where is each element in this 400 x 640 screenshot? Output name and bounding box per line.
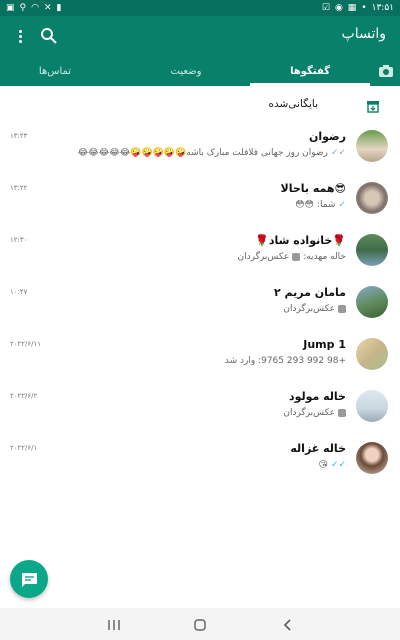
search-icon[interactable] — [38, 24, 60, 48]
system-nav-bar — [0, 608, 400, 640]
sticker-icon — [338, 305, 346, 313]
notification-icon: ▣ — [6, 2, 15, 13]
status-right: ☑ ◉ ▦ • ۱۳:۵۱ — [322, 3, 394, 13]
chat-preview: خاله مهدیه: عکس‌برگردان — [238, 252, 346, 262]
app-icon: ◉ — [334, 2, 343, 13]
archived-row[interactable]: بایگانی‌شده — [0, 92, 400, 118]
home-icon[interactable] — [188, 616, 212, 634]
chat-preview-text: +98 992 293 9765: وارد شد — [224, 356, 346, 366]
chat-item-aunt-molud[interactable]: خاله مولود ۲۰۲۲/۶/۲ عکس‌برگردان — [0, 384, 400, 434]
usb-icon: ⚲ — [19, 2, 27, 13]
chat-preview: +98 992 293 9765: وارد شد — [225, 356, 346, 366]
tab-indicator — [250, 83, 370, 86]
chat-item-happy-family[interactable]: 🌹خانواده شاد🌹 ۱۲:۳۰ خاله مهدیه: عکس‌برگر… — [0, 228, 400, 278]
sticker-icon — [338, 409, 346, 417]
chat-preview: ✓✓ رضوان روز جهانی فلافلت مبارک باشه🤪🤪🤪🤪… — [78, 148, 346, 158]
chat-time: ۲۰۲۲/۶/۲ — [10, 392, 38, 400]
chat-name: Jump 1 — [303, 338, 346, 351]
app-title: واتساپ — [341, 26, 386, 42]
chat-time: ۲۰۲۲/۶/۱۱ — [10, 340, 42, 348]
chat-item-aunt-ghazaleh[interactable]: خاله غزاله ۲۰۲۲/۶/۱ ✓✓ 😘 — [0, 436, 400, 486]
chat-item-mom-maryam[interactable]: مامان مریم ۲ ۱۰:۴۷ عکس‌برگردان — [0, 280, 400, 330]
chat-preview: عکس‌برگردان — [283, 304, 346, 314]
chat-time: ۱۰:۴۷ — [10, 288, 28, 296]
archived-label: بایگانی‌شده — [268, 98, 318, 110]
chat-name: مامان مریم ۲ — [273, 286, 346, 299]
status-left-icons: ▣ ⚲ ◠ ✕ ▮ — [6, 2, 62, 13]
more-vertical-icon[interactable] — [12, 24, 28, 48]
chat-name: خاله مولود — [288, 390, 346, 403]
chat-preview-prefix: شما: — [316, 200, 336, 210]
chat-item-jump-1[interactable]: Jump 1 ۲۰۲۲/۶/۱۱ +98 992 293 9765: وارد … — [0, 332, 400, 382]
status-time: ۱۳:۵۱ — [371, 3, 394, 13]
avatar[interactable] — [356, 286, 388, 318]
battery-icon: ▮ — [56, 2, 62, 13]
chat-preview: عکس‌برگردان — [283, 408, 346, 418]
chat-preview: ✓ شما: 😳😳 — [295, 200, 346, 210]
avatar[interactable] — [356, 234, 388, 266]
avatar[interactable] — [356, 442, 388, 474]
image-icon: ▦ — [347, 2, 357, 13]
recent-apps-icon[interactable] — [102, 616, 126, 634]
chat-preview: ✓✓ 😘 — [319, 460, 346, 470]
chat-item-group-cool[interactable]: همه باحالا😎 ۱۳:۲۲ ✓ شما: 😳😳 — [0, 176, 400, 226]
chat-time: ۱۳:۲۲ — [10, 184, 28, 192]
chat-name: 🌹خانواده شاد🌹 — [255, 234, 346, 247]
avatar[interactable] — [356, 130, 388, 162]
chat-preview-text: عکس‌برگردان — [283, 408, 335, 418]
chat-preview-text: 😘 — [318, 460, 328, 470]
chat-preview-text: عکس‌برگردان — [237, 252, 290, 262]
avatar[interactable] — [356, 338, 388, 370]
camera-icon[interactable] — [374, 56, 398, 86]
avatar[interactable] — [356, 182, 388, 214]
back-icon[interactable] — [276, 616, 300, 634]
chat-time: ۱۲:۳۰ — [10, 236, 28, 244]
chat-time: ۱۳:۲۳ — [10, 132, 28, 140]
message-icon — [22, 573, 37, 587]
tab-status[interactable]: وضعیت — [126, 56, 246, 86]
avatar[interactable] — [356, 390, 388, 422]
chat-name: رضوان — [308, 130, 346, 143]
mute-icon: ✕ — [43, 2, 52, 13]
app-bar: واتساپ — [0, 16, 400, 56]
chat-preview-text: 😳😳 — [295, 200, 314, 210]
status-bar: ▣ ⚲ ◠ ✕ ▮ ☑ ◉ ▦ • ۱۳:۵۱ — [0, 0, 400, 16]
chat-preview-text: عکس‌برگردان — [283, 304, 335, 314]
tab-bar: تماس‌ها وضعیت گفتگوها — [0, 56, 400, 86]
read-tick-icon: ✓✓ — [330, 460, 346, 470]
chat-preview-prefix: خاله مهدیه: — [303, 252, 346, 262]
read-tick-icon: ✓✓ — [330, 148, 346, 158]
chat-preview-text: رضوان روز جهانی فلافلت مبارک باشه🤪🤪🤪🤪🤪😂😂… — [77, 148, 328, 158]
chat-name: خاله غزاله — [290, 442, 346, 455]
sent-tick-icon: ✓ — [338, 200, 346, 210]
new-chat-button[interactable] — [10, 560, 48, 598]
dot-icon: • — [361, 2, 367, 13]
wifi-icon: ◠ — [31, 2, 39, 13]
check-icon: ☑ — [321, 2, 330, 13]
chat-name: همه باحالا😎 — [280, 182, 346, 195]
archive-icon — [366, 98, 380, 113]
tab-chats[interactable]: گفتگوها — [250, 56, 370, 86]
chat-item-rezvan[interactable]: رضوان ۱۳:۲۳ ✓✓ رضوان روز جهانی فلافلت مب… — [0, 124, 400, 174]
tab-contacts[interactable]: تماس‌ها — [0, 56, 110, 86]
sticker-icon — [292, 253, 301, 261]
chat-time: ۲۰۲۲/۶/۱ — [10, 444, 38, 452]
